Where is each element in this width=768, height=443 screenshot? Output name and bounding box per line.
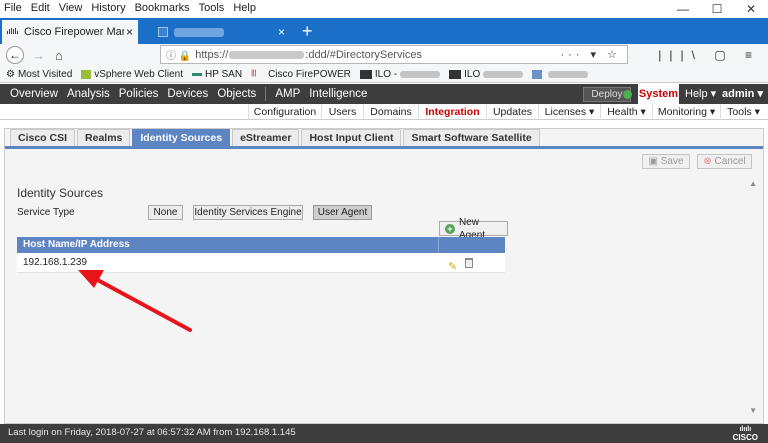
status-bar: Last login on Friday, 2018-07-27 at 06:5… [0,424,768,443]
last-login-text: Last login on Friday, 2018-07-27 at 06:5… [8,427,296,438]
cisco-logo: ılıılı CISCO [732,426,758,442]
annotation-arrow [78,270,192,332]
